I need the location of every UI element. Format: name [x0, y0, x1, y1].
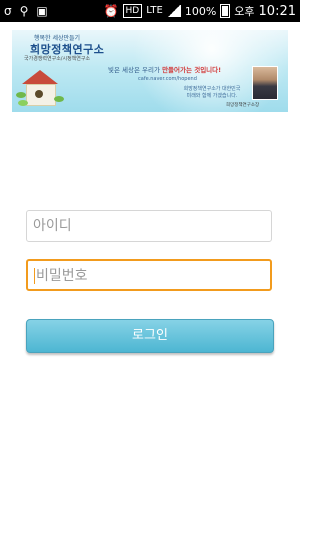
director-photo	[252, 66, 278, 100]
banner-slogan-prefix: 빛은 세상은 우리가	[108, 66, 160, 74]
alarm-icon: ⏰	[103, 4, 119, 18]
cell-bars-icon	[166, 5, 181, 17]
banner-message: 희망정책연구소가 대한민국 미래와 함께 가겠습니다.	[183, 86, 241, 99]
battery-percent: 100%	[184, 4, 217, 18]
status-bar: σ ⚲ ▣ ⏰ HD LTE 100% 오후 10:21	[0, 0, 300, 22]
banner-org-subtitle: 국가경쟁력연구소/시정책연구소	[24, 56, 91, 62]
banner-cafe-url: cafe.naver.com/hopend	[138, 76, 197, 82]
id-placeholder: 아이디	[33, 218, 72, 234]
banner-slogan: 빛은 세상은 우리가 만들어가는 것입니다!	[108, 64, 221, 74]
hd-icon: HD	[122, 4, 143, 18]
notification-icon: ▣	[36, 4, 48, 18]
clock-time: 10:21	[258, 3, 296, 19]
birdhouse-icon	[16, 70, 64, 106]
usb-icon: ⚲	[19, 4, 29, 18]
battery-icon	[220, 4, 231, 18]
status-bar-left: σ ⚲ ▣	[4, 3, 48, 19]
am-pm: 오후	[234, 5, 255, 18]
text-caret	[34, 268, 35, 284]
id-input[interactable]: 아이디	[26, 210, 272, 242]
banner-caption: 희망정책연구소장	[226, 103, 260, 108]
status-bar-right: ⏰ HD LTE 100% 오후 10:21	[104, 3, 296, 19]
password-input[interactable]: 비밀번호	[26, 259, 272, 291]
login-button[interactable]: 로그인	[26, 319, 274, 353]
lte-icon: LTE	[146, 5, 163, 16]
banner-slogan-highlight: 만들어가는 것입니다!	[162, 66, 222, 74]
header-banner: 행복한 세상만들기 희망정책연구소 국가경쟁력연구소/시정책연구소 빛은 세상은…	[12, 30, 288, 112]
password-placeholder: 비밀번호	[36, 268, 88, 284]
signal-icon: σ	[4, 4, 12, 18]
